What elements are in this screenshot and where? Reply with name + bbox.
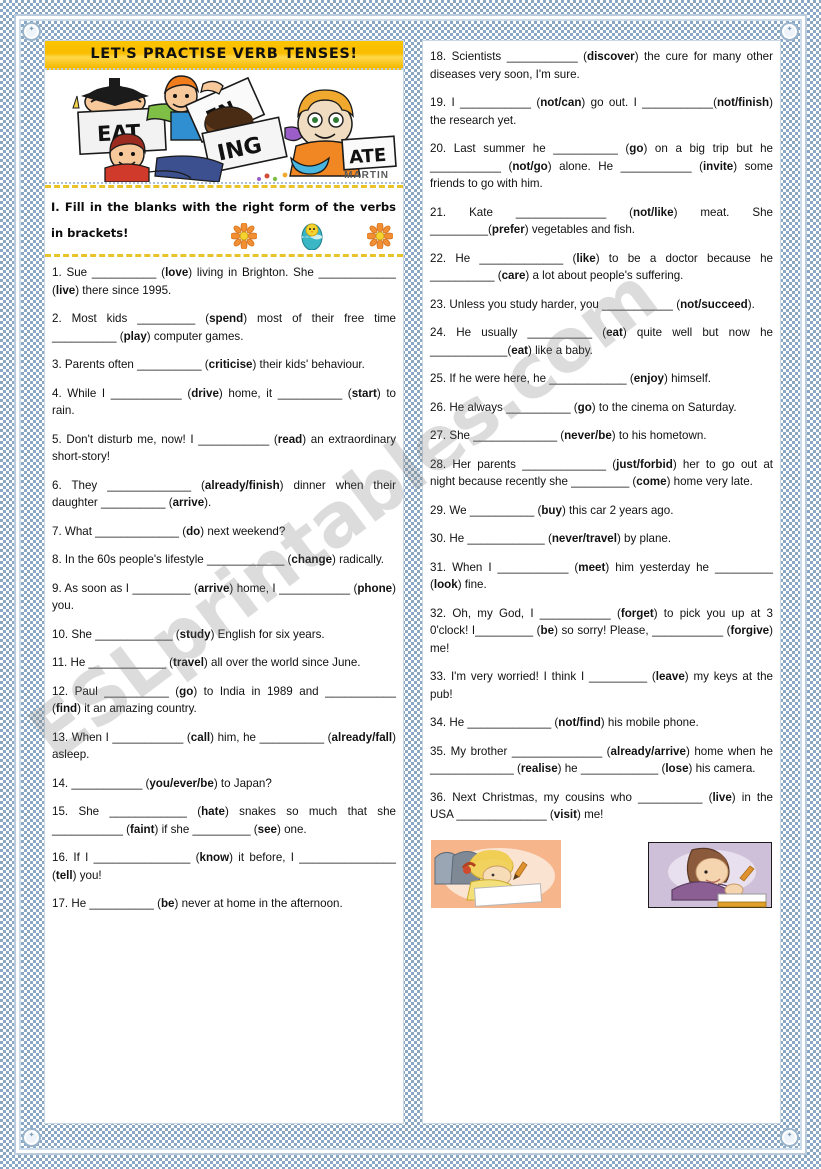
exercise-item: 10. She ____________ (study) English for…: [52, 627, 325, 641]
page-background: ✦ ✦ ✦ ✦ LET'S PRACTISE VERB TENSES! EAT: [0, 0, 821, 1169]
exercise-item: 16. If I _______________ (know) it befor…: [52, 851, 396, 882]
exercise-item: 24. He usually __________ (eat) quite we…: [430, 326, 773, 357]
exercise-item: 32. Oh, my God, I ___________ (forget) t…: [430, 606, 773, 655]
header-clipart: EAT EN: [45, 70, 403, 184]
exercise-item: 30. He ____________ (never/travel) by pl…: [430, 532, 672, 545]
exercise-item: 35. My brother ______________ (already/a…: [430, 744, 773, 776]
girl-writing-clipart: [431, 839, 561, 908]
exercise-item: 34. He _____________ (not/find) his mobi…: [430, 716, 699, 729]
exercise-item: 6. They _____________ (already/finish) d…: [52, 478, 396, 510]
exercise-item: 28. Her parents _____________ (just/forb…: [430, 457, 773, 489]
kids-with-word-cards-illustration: EAT EN: [72, 75, 397, 182]
exercise-item: 13. When I ___________ (call) him, he __…: [52, 730, 396, 762]
easter-egg-chick-icon: [301, 223, 323, 250]
exercise-item: 7. What _____________ (do) next weekend?: [52, 524, 286, 538]
exercise-item: 18. Scientists ___________ (discover) th…: [430, 50, 773, 81]
exercise-item: 31. When I ___________ (meet) him yester…: [430, 560, 773, 592]
bottom-clipart-row: [423, 834, 780, 916]
right-exercise-list: 18. Scientists ___________ (discover) th…: [423, 41, 780, 834]
exercise-item: 15. She ____________ (hate) snakes so mu…: [52, 805, 396, 836]
exercise-item: 4. While I ___________ (drive) home, it …: [52, 386, 396, 418]
exercise-item: 25. If he were here, he ____________ (en…: [430, 372, 712, 385]
exercise-item: 14. ___________ (you/ever/be) to Japan?: [52, 776, 272, 790]
exercise-item: 27. She _____________ (never/be) to his …: [430, 429, 707, 442]
exercise-item: 5. Don't disturb me, now! I ___________ …: [52, 432, 397, 464]
flower-icon: [367, 223, 393, 249]
exercise-item: 33. I'm very worried! I think I ________…: [430, 670, 773, 701]
page-title: LET'S PRACTISE VERB TENSES!: [90, 46, 358, 62]
exercise-item: 23. Unless you study harder, you _______…: [430, 297, 755, 311]
exercise-item: 2. Most kids _________ (spend) most of t…: [52, 312, 396, 343]
exercise-item: 17. He __________ (be) never at home in …: [52, 897, 343, 910]
corner-ornament-top-right: ✦: [780, 22, 799, 41]
right-column: 18. Scientists ___________ (discover) th…: [422, 40, 781, 1124]
exercise-item: 36. Next Christmas, my cousins who _____…: [430, 790, 773, 822]
exercise-item: 3. Parents often __________ (criticise) …: [52, 358, 365, 371]
exercise-item: 21. Kate ______________ (not/like) meat.…: [430, 205, 773, 237]
corner-ornament-bottom-left: ✦: [22, 1128, 41, 1147]
worksheet-columns: LET'S PRACTISE VERB TENSES! EAT ING ATE …: [44, 40, 781, 1124]
exercise-item: 11. He ____________ (travel) all over th…: [52, 656, 361, 669]
corner-ornament-bottom-right: ✦: [780, 1128, 799, 1147]
exercise-item: 8. In the 60s people's lifestyle _______…: [52, 553, 384, 566]
exercise-item: 26. He always __________ (go) to the cin…: [430, 400, 737, 414]
exercise-item: 12. Paul __________ (go) to India in 198…: [52, 684, 396, 716]
left-exercise-list: 1. Sue __________ (love) living in Brigh…: [45, 257, 403, 923]
exercise-item: 20. Last summer he __________ (go) on a …: [430, 142, 773, 190]
instruction-box: I. Fill in the blanks with the right for…: [45, 185, 403, 257]
boy-writing-clipart: [648, 841, 772, 908]
exercise-item: 9. As soon as I _________ (arrive) home,…: [52, 581, 396, 613]
left-column: LET'S PRACTISE VERB TENSES! EAT ING ATE …: [44, 40, 404, 1124]
exercise-item: 1. Sue __________ (love) living in Brigh…: [52, 266, 396, 297]
flower-icon: [231, 223, 257, 249]
exercise-item: 19. I ___________ (not/can) go out. I __…: [430, 96, 773, 127]
exercise-item: 29. We __________ (buy) this car 2 years…: [430, 503, 674, 517]
corner-ornament-top-left: ✦: [22, 22, 41, 41]
exercise-item: 22. He _____________ (like) to be a doct…: [430, 251, 773, 283]
instruction-decorations: [231, 222, 393, 250]
clipart-signature: MARTIN: [344, 170, 389, 181]
svg-text:ATE: ATE: [349, 145, 387, 169]
title-banner: LET'S PRACTISE VERB TENSES!: [45, 41, 403, 70]
